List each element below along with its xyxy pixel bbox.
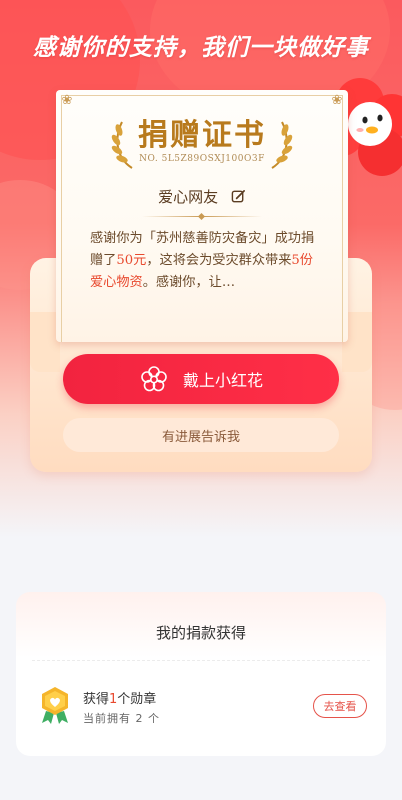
notify-progress-button[interactable]: 有进展告诉我 [63,418,339,452]
certificate-title: 捐赠证书 [138,118,266,153]
rewards-title: 我的捐款获得 [155,624,246,642]
wear-red-flower-button[interactable]: 戴上小红花 [63,354,339,404]
badge-suffix: 个勋章 [117,692,157,707]
red-flower-icon [141,366,167,392]
view-badges-button[interactable]: 去查看 [313,694,367,718]
message-text: 。感谢你，让… [142,275,236,290]
donor-name-row: 爱心网友 [56,186,348,207]
edit-icon[interactable] [231,189,246,204]
medal-icon [42,687,68,724]
owned-count-text: 当前拥有 2 个 [83,712,160,725]
corner-ornament-icon: ❀ [61,93,73,108]
page-headline: 感谢你的支持，我们一块做好事 [33,35,369,61]
donation-amount: 50元 [116,253,147,268]
donation-certificate: ❀ ❀ 捐赠证书 NO. 5L5Z89OSXJ100O3F 爱心网友 感谢你为「… [56,90,348,342]
badge-prefix: 获得 [83,692,110,707]
badge-earned-text: 获得1个勋章 [83,688,156,707]
corner-ornament-icon: ❀ [331,93,343,108]
certificate-message: 感谢你为「苏州慈善防灾备灾」成功捐赠了50元，这将会为受灾群众带来5份爱心物资。… [90,228,318,294]
certificate-divider [142,212,262,221]
certificate-number: NO. 5L5Z89OSXJ100O3F [139,154,265,164]
donor-name: 爱心网友 [158,188,219,206]
rewards-card: 我的捐款获得 获得1个勋章 当前拥有 2 个 去查看 [16,592,386,756]
rewards-divider [32,660,370,661]
message-text: ，这将会为受灾群众带来 [146,253,292,268]
wear-red-flower-label: 戴上小红花 [182,371,263,390]
